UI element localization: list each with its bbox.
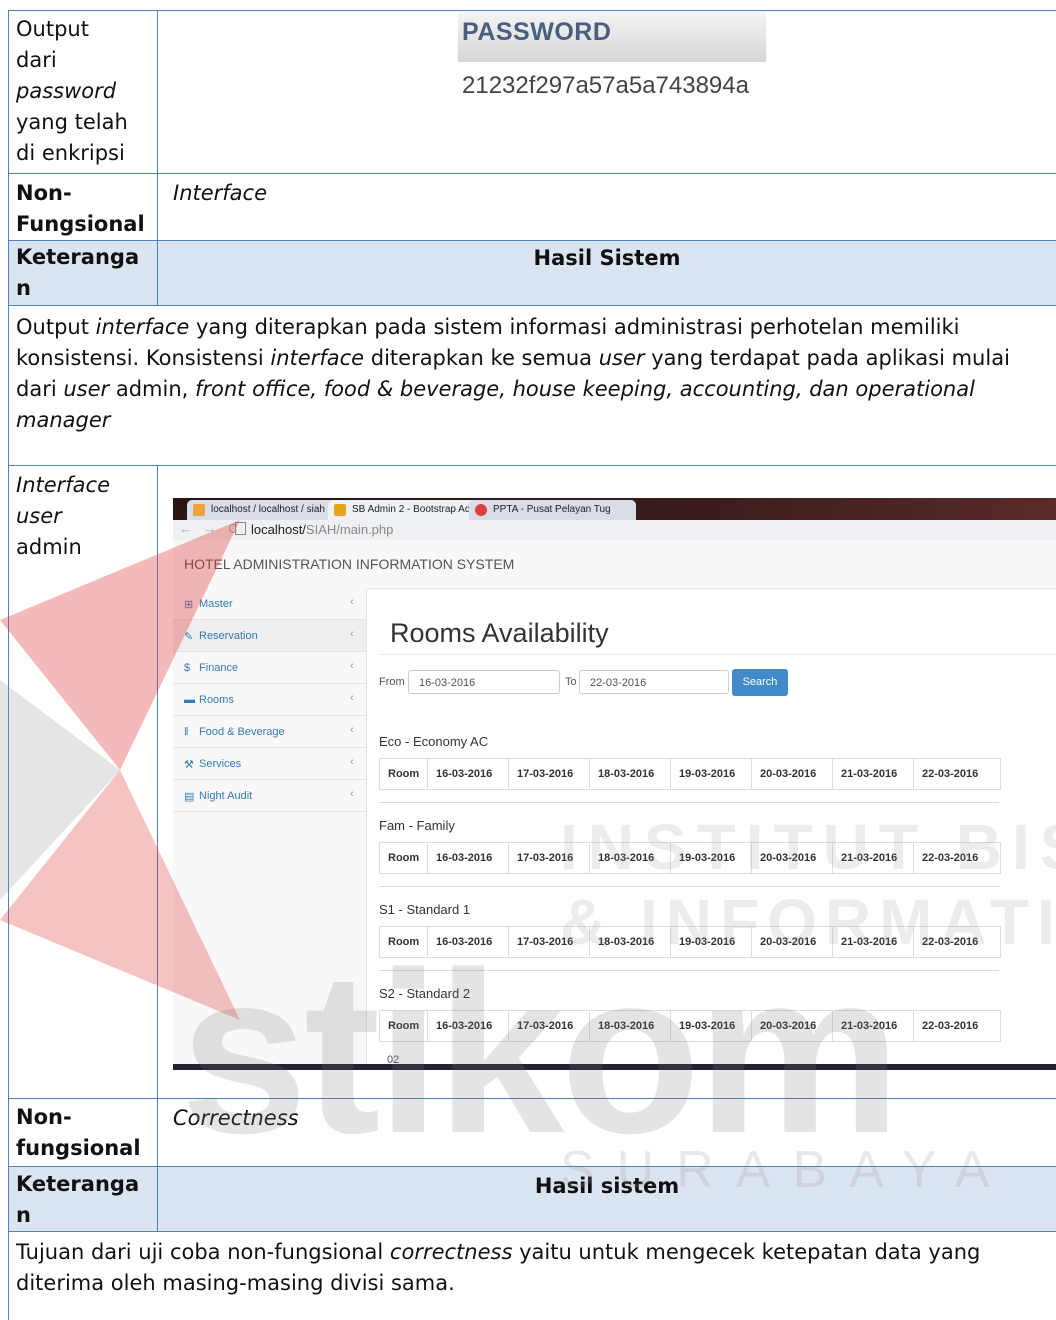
nonfungsional-value-1: Interface xyxy=(173,181,268,205)
browser-tab-strip: localhost / localhost / siah✕ SB Admin 2… xyxy=(173,498,1056,520)
keterangan-label-2: Keteranga n xyxy=(16,1172,140,1227)
column-header-date: 16-03-2016 xyxy=(427,843,508,873)
column-header-date: 16-03-2016 xyxy=(427,759,508,789)
chevron-left-icon: ‹ xyxy=(350,628,354,640)
interface-description-paragraph: Output interface yang diterapkan pada si… xyxy=(16,315,1010,432)
to-label: To xyxy=(565,676,577,688)
column-header-date: 19-03-2016 xyxy=(670,759,751,789)
document-page: Output dari password yang telah di enkri… xyxy=(0,0,1056,1320)
password-hash-value: 21232f297a57a5a743894a xyxy=(462,72,749,99)
category-heading: S1 - Standard 1 xyxy=(379,902,471,917)
chevron-left-icon: ‹ xyxy=(350,660,354,672)
column-header-room: Room xyxy=(388,852,420,864)
from-label: From xyxy=(379,676,405,688)
hasil-sistem-heading-1: Hasil Sistem xyxy=(533,246,681,270)
column-header-date: 20-03-2016 xyxy=(751,759,832,789)
nonfungsional-label-1: Non- Fungsional xyxy=(16,181,145,236)
column-header-date: 22-03-2016 xyxy=(913,759,1000,789)
browser-tab[interactable]: PPTA - Pusat Pelayan Tug✕ xyxy=(469,500,631,520)
to-date-input[interactable]: 22-03-2016 xyxy=(579,670,729,694)
search-button[interactable]: Search xyxy=(732,669,788,696)
password-column-header: PASSWORD xyxy=(458,12,766,62)
correctness-description-paragraph: Tujuan dari uji coba non-fungsional corr… xyxy=(16,1240,981,1295)
page-title: Rooms Availability xyxy=(390,618,609,648)
table-rule xyxy=(8,240,1056,241)
bootstrap-icon xyxy=(334,504,346,516)
chevron-left-icon: ‹ xyxy=(350,724,354,736)
column-header-date: 22-03-2016 xyxy=(913,1011,1000,1041)
table-rule xyxy=(8,173,1056,174)
table-rule xyxy=(8,1231,1056,1232)
keterangan-label-1: Keteranga n xyxy=(16,245,140,300)
column-header-date: 17-03-2016 xyxy=(508,759,589,789)
nonfungsional-label-2: Non- fungsional xyxy=(16,1105,141,1160)
chevron-left-icon: ‹ xyxy=(350,788,354,800)
column-header-room: Room xyxy=(388,768,420,780)
browser-tab[interactable]: SB Admin 2 - Bootstrap Ad✕ xyxy=(328,500,490,520)
table-rule xyxy=(8,465,1056,466)
watermark-line-1: INSTITUT BISNIS xyxy=(560,811,1056,883)
chevron-left-icon: ‹ xyxy=(350,756,354,768)
from-date-input[interactable]: 16-03-2016 xyxy=(408,670,560,694)
category-heading: Eco - Economy AC xyxy=(379,734,489,749)
app-navbar: HOTEL ADMINISTRATION INFORMATION SYSTEM xyxy=(173,540,1056,589)
new-tab-button[interactable] xyxy=(610,500,636,520)
section-divider xyxy=(379,802,999,803)
room-table-header: Room 16-03-2016 17-03-2016 18-03-2016 19-03-… xyxy=(379,758,1001,790)
column-header-date: 18-03-2016 xyxy=(589,759,670,789)
watermark-line-3: SURABAYA xyxy=(560,1141,1012,1199)
column-header-date: 21-03-2016 xyxy=(832,759,913,789)
table-rule xyxy=(8,10,1056,11)
table-rule xyxy=(8,305,1056,306)
category-heading: Fam - Family xyxy=(379,818,455,833)
chevron-left-icon: ‹ xyxy=(350,596,354,608)
address-bar: ← → C localhost/SIAH/main.php xyxy=(173,520,1056,541)
chevron-left-icon: ‹ xyxy=(350,692,354,704)
ppta-icon xyxy=(475,504,487,516)
title-divider xyxy=(379,654,1056,655)
password-row-label: Output dari password yang telah di enkri… xyxy=(16,17,128,165)
